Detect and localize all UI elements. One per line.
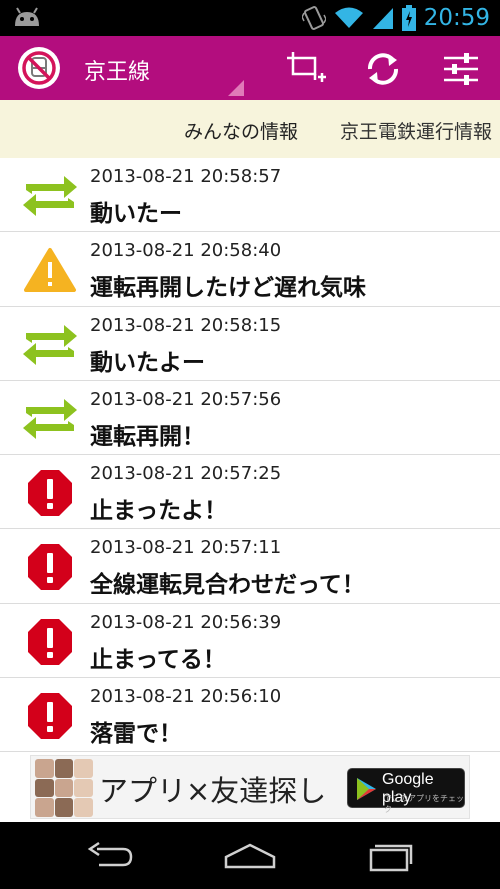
list-item[interactable]: 2013-08-21 20:56:39 止まってる！	[0, 604, 500, 679]
post-time: 2013-08-21 20:57:25	[90, 463, 282, 485]
ad-photo-collage	[35, 759, 93, 817]
post-time: 2013-08-21 20:57:11	[90, 537, 282, 559]
stop-icon	[20, 469, 80, 517]
post-time: 2013-08-21 20:57:56	[90, 388, 282, 410]
list-item[interactable]: 2013-08-21 20:58:15 動いたよー	[0, 307, 500, 381]
post-time: 2013-08-21 20:56:39	[90, 611, 282, 633]
post-list[interactable]: 2013-08-21 20:58:57 動いたー 2013-08-21 20:5…	[0, 158, 500, 752]
dropdown-corner-icon	[228, 80, 244, 96]
post-message: 止まってる！	[90, 646, 226, 673]
ad-text: アプリ×友達探し	[99, 774, 327, 808]
moving-arrows-icon	[20, 321, 80, 369]
recents-button[interactable]	[360, 838, 420, 874]
recents-icon	[369, 844, 413, 872]
post-time: 2013-08-21 20:58:57	[90, 166, 282, 187]
home-icon	[224, 843, 276, 869]
post-message: 運転再開！	[90, 423, 205, 450]
post-message: 止まったよ！	[90, 498, 228, 525]
play-store-icon	[357, 778, 376, 800]
action-bar: 京王線	[0, 36, 500, 100]
stop-icon	[20, 618, 80, 666]
post-message: 運転再開したけど遅れ気味	[90, 275, 366, 302]
post-message: 動いたよー	[90, 349, 205, 376]
ad-content[interactable]: アプリ×友達探し Google play でこのアプリをチェック	[30, 755, 470, 819]
list-item[interactable]: 2013-08-21 20:57:11 全線運転見合わせだって！	[0, 529, 500, 604]
moving-arrows-icon	[20, 172, 80, 220]
battery-charging-icon	[401, 5, 416, 31]
moving-arrows-icon	[20, 395, 80, 443]
list-item[interactable]: 2013-08-21 20:58:57 動いたー	[0, 158, 500, 233]
tab-official-info[interactable]: 京王電鉄運行情報	[340, 117, 492, 144]
home-button[interactable]	[220, 838, 280, 874]
warning-icon	[20, 246, 80, 294]
wifi-icon	[334, 7, 363, 28]
status-bar: 20:59	[0, 0, 500, 36]
list-item[interactable]: 2013-08-21 20:57:56 運転再開！	[0, 381, 500, 456]
add-post-icon	[287, 52, 326, 82]
google-play-badge[interactable]: Google play でこのアプリをチェック	[347, 768, 465, 814]
tab-bar: みんなの情報 京王電鉄運行情報	[0, 100, 500, 158]
ad-banner[interactable]: アプリ×友達探し Google play でこのアプリをチェック	[0, 752, 500, 822]
list-item[interactable]: 2013-08-21 20:57:25 止まったよ！	[0, 455, 500, 530]
add-post-button[interactable]	[280, 44, 330, 94]
settings-sliders-icon	[444, 53, 478, 85]
post-message: 全線運転見合わせだって！	[90, 572, 365, 599]
stop-icon	[20, 543, 80, 591]
post-message: 落雷で！	[90, 721, 182, 748]
google-play-sublabel: でこのアプリをチェック	[384, 794, 464, 814]
refresh-icon	[368, 53, 398, 85]
back-button[interactable]	[80, 838, 140, 874]
no-train-logo-icon[interactable]	[18, 47, 60, 89]
line-selector[interactable]: 京王線	[84, 54, 150, 86]
post-message: 動いたー	[90, 201, 182, 227]
vibrate-icon	[301, 6, 326, 30]
stop-icon	[20, 692, 80, 740]
list-item[interactable]: 2013-08-21 20:56:10 落雷で！	[0, 678, 500, 752]
refresh-button[interactable]	[358, 44, 408, 94]
status-time: 20:59	[423, 5, 490, 31]
post-time: 2013-08-21 20:58:40	[90, 240, 282, 262]
android-icon	[15, 7, 39, 26]
list-item[interactable]: 2013-08-21 20:58:40 運転再開したけど遅れ気味	[0, 232, 500, 307]
navigation-bar	[0, 822, 500, 889]
tab-community-info[interactable]: みんなの情報	[184, 117, 298, 144]
settings-button[interactable]	[436, 44, 486, 94]
signal-icon	[372, 8, 393, 29]
post-time: 2013-08-21 20:56:10	[90, 686, 282, 708]
post-time: 2013-08-21 20:58:15	[90, 314, 282, 336]
back-icon	[87, 841, 133, 867]
